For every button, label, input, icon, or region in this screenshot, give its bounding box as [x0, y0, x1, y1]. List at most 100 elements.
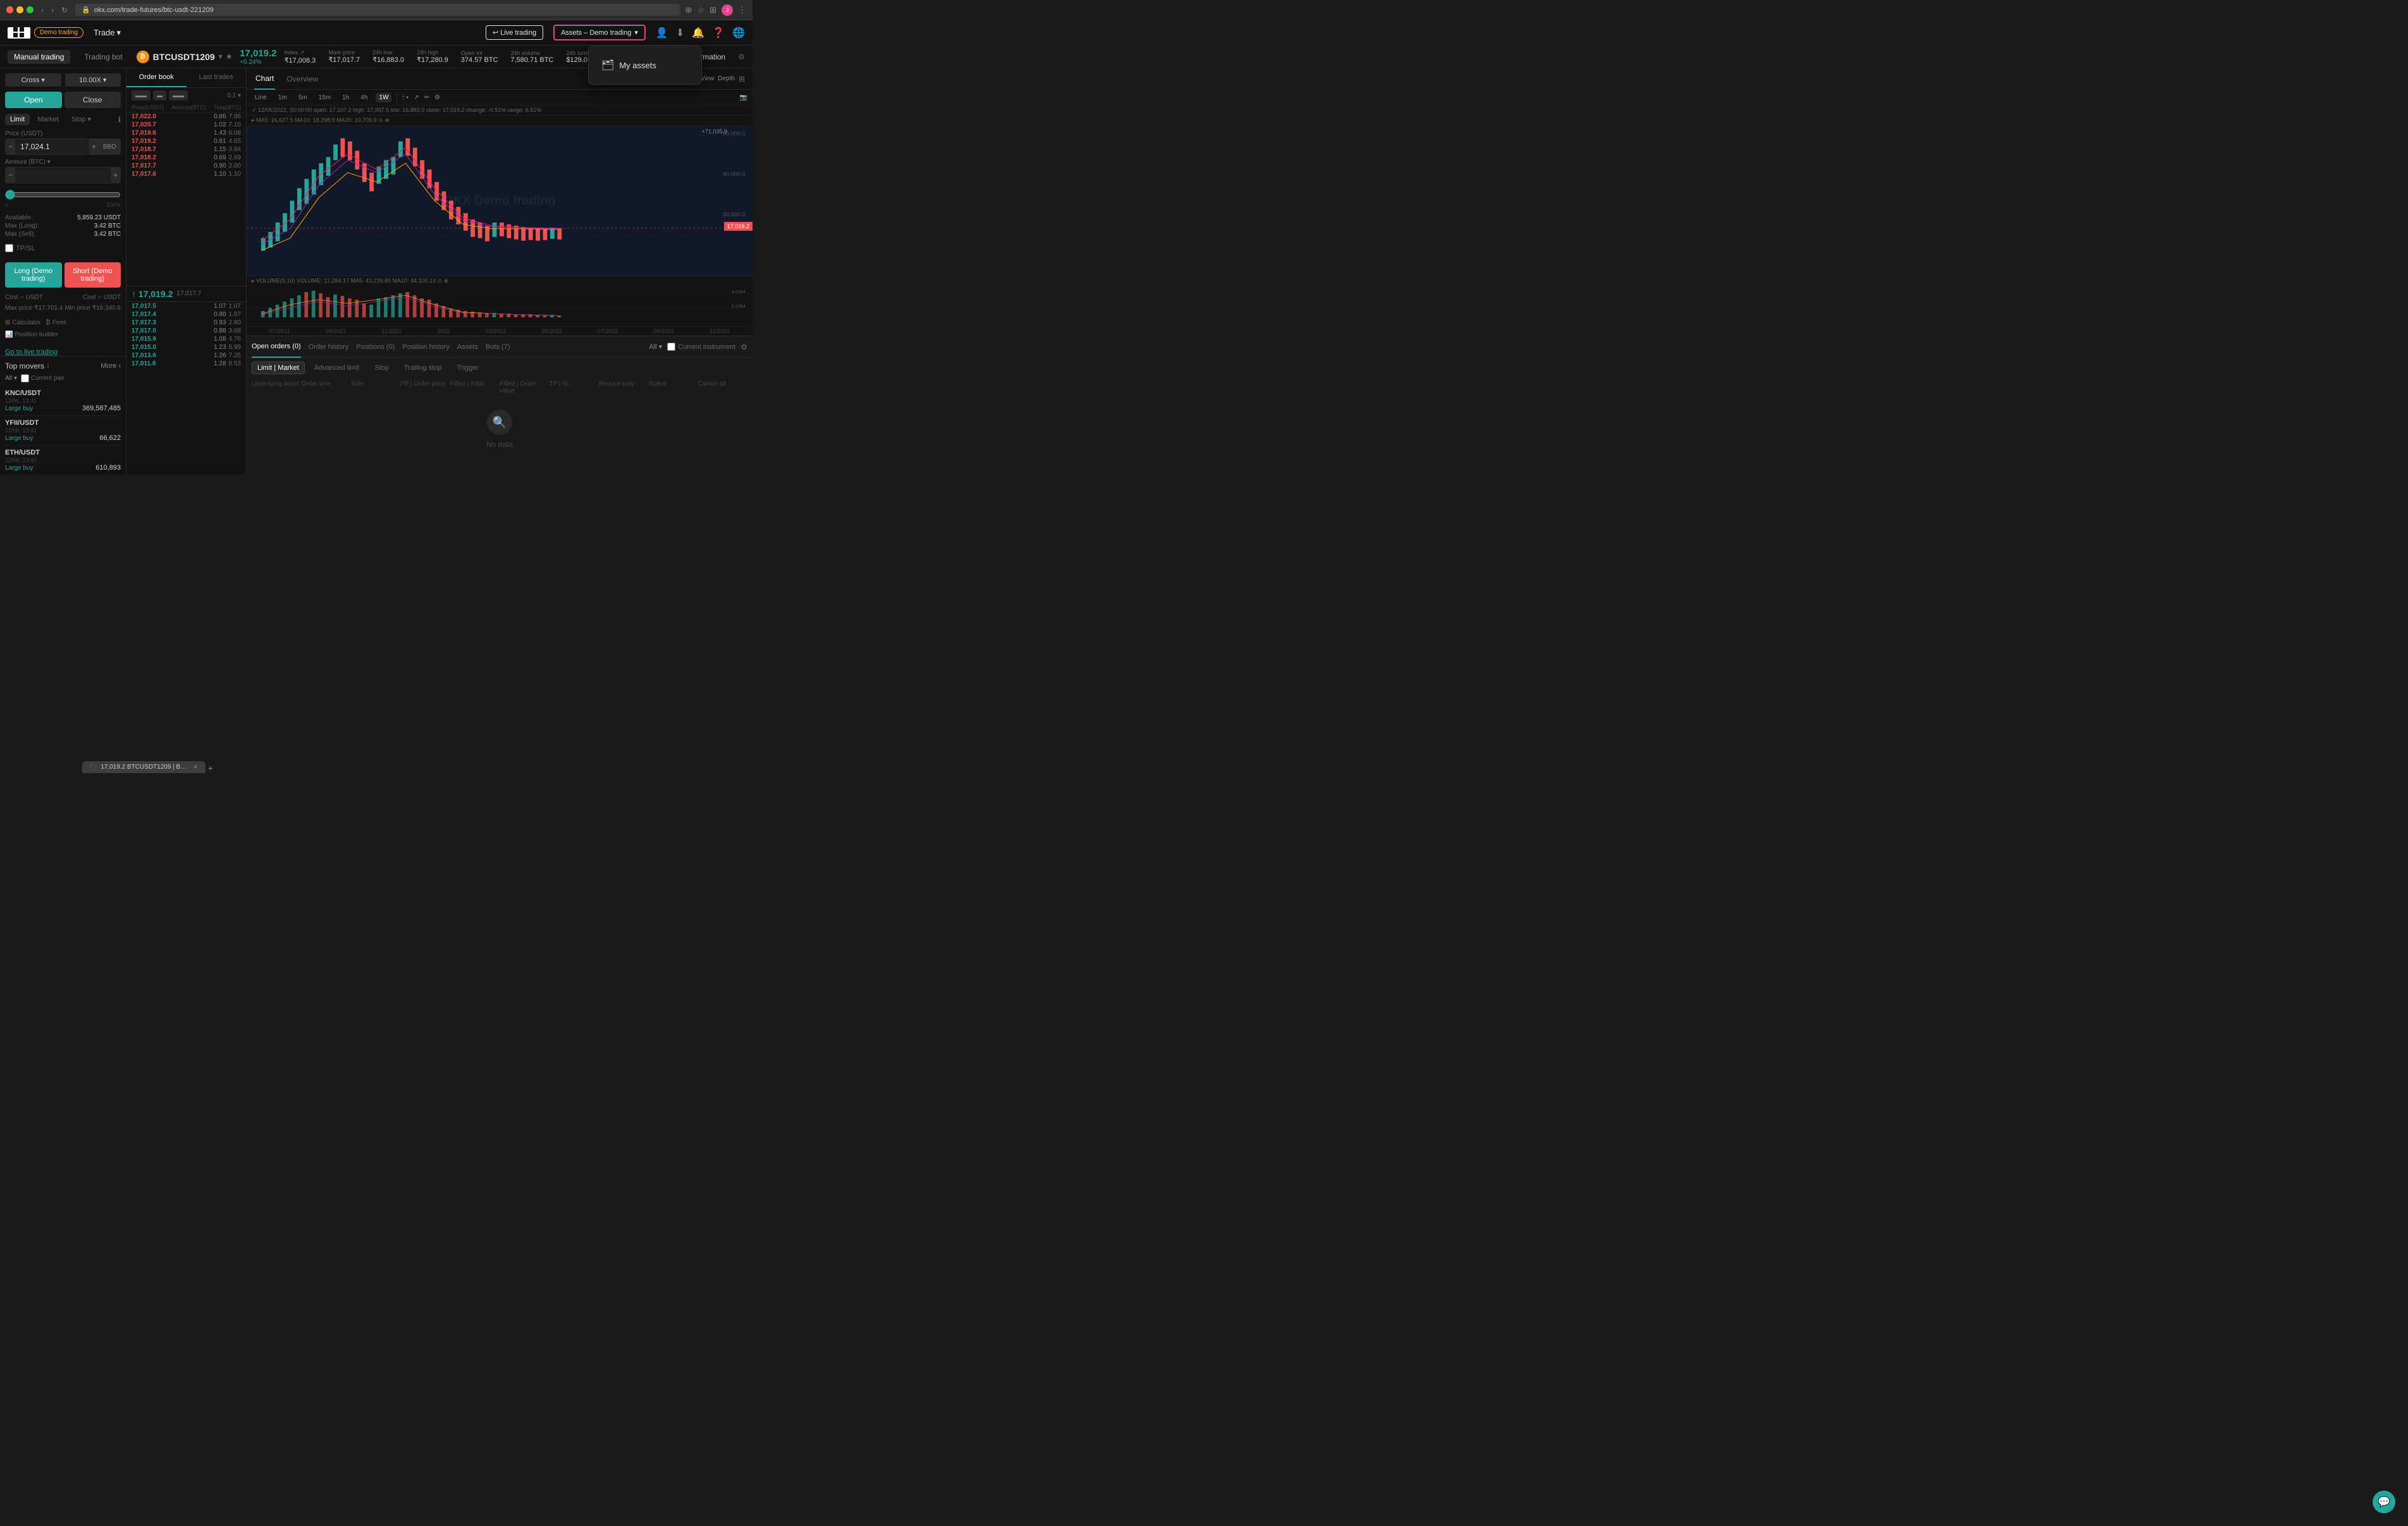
table-row[interactable]: 17,019.2 0.81 4.65: [126, 137, 246, 145]
star-icon[interactable]: ☆: [697, 5, 704, 15]
table-row[interactable]: 17,017.3 0.93 2.80: [126, 319, 246, 327]
tpsl-checkbox[interactable]: [5, 244, 13, 252]
bots-tab[interactable]: Bots (7): [486, 336, 510, 358]
settings-icon[interactable]: ⚙: [434, 94, 440, 101]
indicators-button[interactable]: ↗: [414, 94, 419, 101]
table-row[interactable]: 17,017.6 1.10 1.10: [126, 170, 246, 178]
trailing-stop-filter[interactable]: Trailing stop: [398, 362, 448, 374]
bid-amount-6: 1.26: [159, 352, 226, 359]
profile-icon[interactable]: J: [722, 4, 733, 16]
depth-button[interactable]: Depth: [718, 75, 735, 82]
live-trading-button[interactable]: ↩ Live trading: [486, 25, 543, 40]
refresh-button[interactable]: ↻: [59, 4, 70, 16]
volume-chart: ▸ VOLUME(5,10) VOLUME: 12,284.17 MA5: 43…: [247, 276, 752, 326]
extensions-icon[interactable]: ⊕: [685, 5, 692, 15]
globe-icon[interactable]: 🌐: [732, 27, 745, 39]
table-row[interactable]: 17,011.8 1.28 8.53: [126, 360, 246, 368]
advanced-limit-filter[interactable]: Advanced limit: [309, 362, 366, 374]
table-row[interactable]: 17,015.9 1.08 4.76: [126, 335, 246, 343]
user-icon[interactable]: 👤: [656, 27, 668, 39]
all-filter-dropdown[interactable]: All ▾: [649, 343, 662, 351]
5m-tf-button[interactable]: 5m: [295, 93, 310, 102]
positions-tab[interactable]: Positions (0): [356, 336, 395, 358]
stop-filter[interactable]: Stop: [369, 362, 395, 374]
close-traffic-light[interactable]: [6, 6, 13, 13]
bell-icon[interactable]: 🔔: [692, 27, 704, 39]
1m-tf-button[interactable]: 1m: [275, 93, 290, 102]
table-row[interactable]: 17,017.4 0.80 1.87: [126, 310, 246, 319]
position-builder-button[interactable]: 📊 Position builder: [5, 331, 58, 338]
table-row[interactable]: 17,022.0 0.86 7.96: [126, 113, 246, 121]
manual-trading-tab[interactable]: Manual trading: [8, 50, 70, 64]
bid-price-7: 17,011.8: [132, 360, 156, 367]
price-decrement-button[interactable]: −: [6, 139, 15, 154]
amount-decrement-button[interactable]: −: [6, 168, 15, 183]
table-row[interactable]: 17,017.0 0.88 3.68: [126, 327, 246, 335]
table-row[interactable]: 17,019.6 1.43 6.08: [126, 129, 246, 137]
position-history-tab[interactable]: Position history: [402, 336, 450, 358]
overview-tab[interactable]: Overview: [285, 68, 319, 90]
logo-sq-2: [20, 27, 24, 32]
assets-demo-button[interactable]: Assets – Demo trading ▾: [553, 25, 646, 40]
chart-expand-icon[interactable]: ⊞: [739, 75, 745, 83]
current-instrument-checkbox[interactable]: [667, 343, 675, 351]
bottom-settings-icon[interactable]: ⚙: [740, 343, 747, 351]
ask-price-6: 17,017.7: [132, 162, 156, 169]
order-history-tab[interactable]: Order history: [309, 336, 349, 358]
help-icon[interactable]: ❓: [712, 27, 725, 39]
ask-total-7: 1.10: [229, 171, 241, 178]
browser-tab[interactable]: ⬛ 17,019.2 BTCUSDT1209 | Buy... ✕: [82, 761, 206, 773]
bid-total-7: 8.53: [229, 360, 241, 367]
open-orders-tab[interactable]: Open orders (0): [252, 336, 301, 358]
puzzle-icon[interactable]: ⊞: [710, 5, 716, 15]
bid-price-4: 17,015.9: [132, 336, 156, 343]
new-tab-button[interactable]: +: [208, 763, 213, 773]
4h-tf-button[interactable]: 4h: [357, 93, 371, 102]
table-row[interactable]: 17,018.2 0.69 2.69: [126, 154, 246, 162]
trade-menu-button[interactable]: Trade ▾: [94, 28, 121, 38]
ma-plus-label: +71,035.9: [702, 128, 727, 135]
ob-size-selector[interactable]: 0.1 ▾: [227, 92, 241, 99]
fees-button[interactable]: ₿ Fees: [46, 319, 66, 326]
back-button[interactable]: ‹: [39, 4, 46, 16]
market-order-tab[interactable]: Market: [32, 114, 64, 125]
th-fill-order-price: Fill | Order price: [400, 381, 450, 394]
forward-button[interactable]: ›: [49, 4, 56, 16]
maximize-traffic-light[interactable]: [27, 6, 34, 13]
table-row[interactable]: 17,018.7 1.15 3.84: [126, 145, 246, 154]
line-tf-button[interactable]: Line: [252, 93, 270, 102]
ask-total-6: 2.00: [229, 162, 241, 169]
1w-tf-button[interactable]: 1W: [376, 93, 391, 102]
trigger-filter[interactable]: Trigger: [452, 362, 484, 374]
cross-button[interactable]: Cross ▾: [5, 73, 61, 87]
price-input[interactable]: [15, 139, 89, 154]
calculator-button[interactable]: ⊞ Calculator: [5, 319, 40, 326]
1h-tf-button[interactable]: 1h: [339, 93, 352, 102]
drawing-button[interactable]: ✏: [424, 94, 429, 101]
assets-tab[interactable]: Assets: [457, 336, 478, 358]
settings-icon[interactable]: ⚙: [738, 52, 745, 61]
screenshot-icon[interactable]: 📷: [740, 94, 747, 101]
chart-tab[interactable]: Chart: [254, 68, 275, 90]
long-button[interactable]: Long (Demo trading): [5, 262, 62, 288]
table-row[interactable]: 17,015.0 1.23 5.99: [126, 343, 246, 351]
table-row[interactable]: 17,017.7 0.90 2.00: [126, 162, 246, 170]
limit-market-filter[interactable]: Limit | Market: [252, 362, 305, 374]
candle-type-selector[interactable]: 🕯 ▾: [402, 94, 408, 101]
current-pair-checkbox[interactable]: [21, 374, 29, 382]
table-row[interactable]: 17,020.7 1.02 7.10: [126, 121, 246, 129]
minimize-traffic-light[interactable]: [16, 6, 23, 13]
download-icon[interactable]: ⬇: [676, 27, 684, 39]
tab-close-icon[interactable]: ✕: [193, 764, 198, 771]
mover-type-0: Large buy: [5, 405, 33, 412]
open-button[interactable]: Open: [5, 92, 62, 108]
table-row[interactable]: 17,017.5 1.07 1.07: [126, 302, 246, 310]
menu-icon[interactable]: ⋮: [738, 5, 746, 15]
movers-all-filter[interactable]: All ▾: [5, 375, 17, 382]
chat-button[interactable]: 💬: [2373, 1491, 2395, 1513]
bid-amount-2: 0.93: [159, 319, 226, 326]
my-assets-item[interactable]: 🗂 My assets: [596, 54, 694, 76]
15m-tf-button[interactable]: 15m: [316, 93, 334, 102]
limit-order-tab[interactable]: Limit: [5, 114, 30, 125]
table-row[interactable]: 17,013.6 1.26 7.25: [126, 351, 246, 360]
